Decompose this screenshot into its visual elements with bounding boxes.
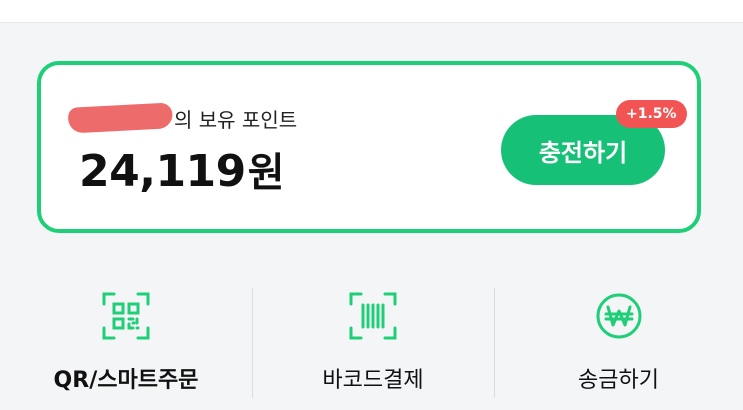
points-amount-unit: 원 xyxy=(247,150,285,196)
points-amount-value: 24,119 xyxy=(79,146,246,197)
menu-label-send-money: 송금하기 xyxy=(578,368,659,393)
points-label: 의 보유 포인트 xyxy=(174,107,298,132)
menu-item-send-money[interactable]: 송금하기 xyxy=(494,284,743,410)
menu-item-barcode-pay[interactable]: 바코드결제 xyxy=(252,284,494,410)
menu-label-barcode-pay: 바코드결제 xyxy=(322,368,424,393)
barcode-icon xyxy=(349,292,397,340)
menu-item-qr-order[interactable]: QR/스마트주문 xyxy=(0,284,252,410)
redacted-username xyxy=(65,102,175,134)
points-owner-line: 의 보유 포인트 xyxy=(65,102,298,134)
points-card: 의 보유 포인트 24,119 원 충전하기 +1.5% xyxy=(37,61,701,233)
top-bar xyxy=(0,0,743,23)
charge-bonus-badge: +1.5% xyxy=(616,100,687,128)
won-icon xyxy=(596,293,641,339)
points-amount: 24,119 원 xyxy=(79,140,285,198)
qr-icon xyxy=(102,292,150,340)
menu-label-qr-order: QR/스마트주문 xyxy=(53,368,199,393)
quick-menu: QR/스마트주문 바코드결제 송금하기 xyxy=(0,284,743,410)
